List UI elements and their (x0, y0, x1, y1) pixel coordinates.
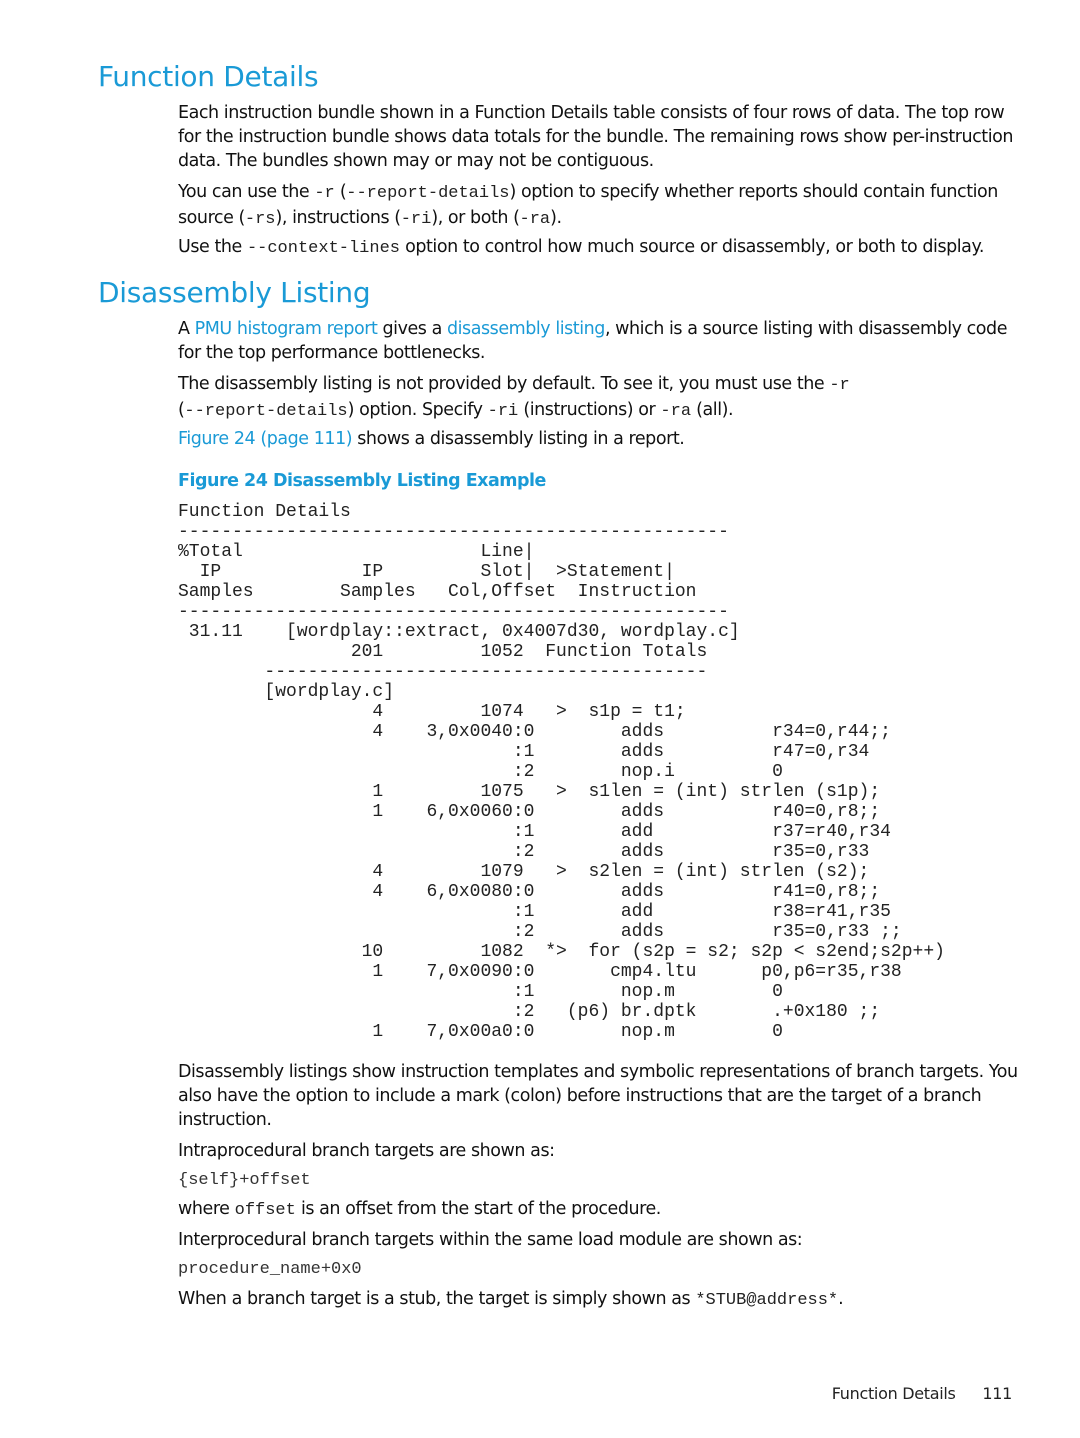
listing-line: 31.11 [wordplay::extract, 0x4007d30, wor… (178, 622, 740, 642)
text: ). (550, 208, 562, 228)
text: ), or both ( (431, 208, 520, 228)
function-details-paragraph-1: Each instruction bundle shown in a Funct… (178, 103, 1014, 171)
pmu-histogram-report-link[interactable]: PMU histogram report (195, 319, 378, 339)
listing-line: Samples Samples Col,Offset Instruction (178, 582, 697, 602)
listing-line: [wordplay.c] (178, 682, 395, 702)
text: Use the (178, 237, 247, 257)
text: ( (334, 182, 347, 202)
listing-line: %Total Line| (178, 542, 535, 562)
listing-line: 1 7,0x0090:0 cmp4.ltu p0,p6=r35,r38 (178, 962, 902, 982)
text: You can use the (178, 182, 315, 202)
code-r: -r (829, 376, 850, 395)
code-offset: offset (234, 1201, 296, 1220)
disassembly-listing-link[interactable]: disassembly listing (447, 319, 605, 339)
text: where (178, 1199, 235, 1219)
disassembly-paragraph-5: Intraprocedural branch targets are shown… (178, 1141, 555, 1161)
listing-line: 4 3,0x0040:0 adds r34=0,r44;; (178, 722, 891, 742)
listing-line: ----------------------------------------… (178, 662, 708, 682)
code-context-lines: --context-lines (246, 239, 400, 258)
text: ), instructions ( (275, 208, 402, 228)
text: The disassembly listing is not provided … (178, 374, 830, 394)
disassembly-paragraph-3: Figure 24 (page 111) shows a disassembly… (178, 427, 1028, 451)
code-stub-address: *STUB@address* (695, 1291, 839, 1310)
code-self-offset: {self}+offset (178, 1171, 311, 1190)
disassembly-paragraph-2: The disassembly listing is not provided … (178, 372, 1028, 424)
text: is an offset from the start of the proce… (295, 1199, 661, 1219)
text: A (178, 319, 195, 339)
text: When a branch target is a stub, the targ… (178, 1289, 696, 1309)
listing-line: :1 nop.m 0 (178, 982, 783, 1002)
listing-line: 201 1052 Function Totals (178, 642, 708, 662)
text: shows a disassembly listing in a report. (352, 429, 685, 449)
code-ra: -ra (519, 210, 551, 229)
listing-line: :2 adds r35=0,r33 ;; (178, 922, 902, 942)
text: gives a (377, 319, 447, 339)
listing-line: 1 7,0x00a0:0 nop.m 0 (178, 1022, 783, 1042)
code-r: -r (314, 184, 335, 203)
code-rs: -rs (244, 210, 276, 229)
text: (all). (691, 400, 734, 420)
listing-line: Function Details (178, 502, 351, 522)
text: ) option. Specify (347, 400, 488, 420)
figure-24-link[interactable]: Figure 24 (page 111) (178, 429, 353, 449)
listing-line: 4 1079 > s2len = (int) strlen (s2); (178, 862, 870, 882)
disassembly-listing: Function Details ------------------------… (178, 502, 945, 1042)
code-ra: -ra (660, 402, 692, 421)
function-details-paragraph-2: You can use the -r (--report-details) op… (178, 180, 1028, 232)
listing-line: :2 nop.i 0 (178, 762, 783, 782)
text: (instructions) or (518, 400, 661, 420)
listing-line: :1 add r37=r40,r34 (178, 822, 891, 842)
listing-line: 4 6,0x0080:0 adds r41=0,r8;; (178, 882, 881, 902)
listing-line: ----------------------------------------… (178, 602, 729, 622)
code-report-details: --report-details (346, 184, 510, 203)
listing-line: :2 adds r35=0,r33 (178, 842, 870, 862)
code-procedure-name: procedure_name+0x0 (178, 1260, 362, 1279)
listing-line: IP IP Slot| >Statement| (178, 562, 675, 582)
listing-line: 10 1082 *> for (s2p = s2; s2p < s2end;s2… (178, 942, 945, 962)
figure-caption: Figure 24 Disassembly Listing Example (178, 471, 546, 491)
disassembly-paragraph-1: A PMU histogram report gives a disassemb… (178, 317, 1028, 365)
disassembly-paragraph-4: Disassembly listings show instruction te… (178, 1062, 1018, 1130)
disassembly-paragraph-7: Interprocedural branch targets within th… (178, 1230, 803, 1250)
text: . (838, 1289, 844, 1309)
page-number: 111 (982, 1384, 1012, 1403)
code-report-details: --report-details (184, 402, 348, 421)
listing-line: :1 add r38=r41,r35 (178, 902, 891, 922)
function-details-paragraph-3: Use the --context-lines option to contro… (178, 235, 1058, 261)
listing-line: 1 1075 > s1len = (int) strlen (s1p); (178, 782, 881, 802)
page-footer: Function Details 111 (831, 1384, 1013, 1403)
listing-line: 1 6,0x0060:0 adds r40=0,r8;; (178, 802, 881, 822)
code-ri: -ri (400, 210, 432, 229)
section-title-function-details: Function Details (98, 60, 319, 93)
listing-line: :1 adds r47=0,r34 (178, 742, 870, 762)
disassembly-paragraph-8: When a branch target is a stub, the targ… (178, 1287, 1028, 1313)
listing-line: 4 1074 > s1p = t1; (178, 702, 686, 722)
footer-section-name: Function Details (831, 1384, 956, 1403)
listing-line: ----------------------------------------… (178, 522, 729, 542)
text: option to control how much source or dis… (399, 237, 984, 257)
disassembly-paragraph-6: where offset is an offset from the start… (178, 1197, 1028, 1223)
section-title-disassembly-listing: Disassembly Listing (98, 276, 371, 309)
listing-line: :2 (p6) br.dptk .+0x180 ;; (178, 1002, 881, 1022)
code-ri: -ri (487, 402, 519, 421)
